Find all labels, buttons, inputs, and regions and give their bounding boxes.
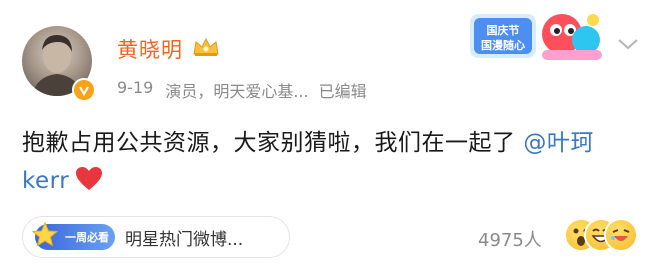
reaction-count[interactable]: 4975人 — [478, 226, 542, 252]
weekly-badge: 一周必看 — [31, 221, 115, 250]
post-content: 抱歉占用公共资源，大家别猜啦，我们在一起了 @叶珂 kerr — [22, 124, 637, 204]
verified-badge-icon — [72, 78, 96, 102]
post-source: 演员，明天爱心基... — [165, 82, 309, 101]
star-icon — [31, 221, 59, 253]
heart-emoji-icon — [75, 166, 103, 204]
svg-text:国庆节: 国庆节 — [487, 23, 520, 37]
crown-icon — [191, 36, 221, 62]
reaction-emojis[interactable] — [564, 218, 640, 254]
chevron-down-icon[interactable] — [617, 36, 639, 55]
author-row: 黄晓明 — [117, 34, 221, 64]
hot-weibo-pill[interactable]: 一周必看 明星热门微博... — [22, 216, 290, 258]
holiday-badge[interactable]: 国庆节 国漫随心 — [466, 6, 611, 70]
author-name[interactable]: 黄晓明 — [117, 34, 183, 64]
hot-weibo-label: 明星热门微博... — [125, 229, 244, 250]
weekly-badge-text: 一周必看 — [65, 231, 109, 244]
weibo-post: 黄晓明 9-19 演员，明天爱心基... 已编辑 国庆节 国漫随心 抱歉占用公共… — [0, 0, 650, 279]
edited-label[interactable]: 已编辑 — [319, 78, 367, 102]
svg-text:国漫随心: 国漫随心 — [481, 38, 525, 52]
post-meta: 9-19 演员，明天爱心基... 已编辑 — [117, 78, 367, 102]
post-text: 抱歉占用公共资源，大家别猜啦，我们在一起了 — [22, 130, 524, 156]
post-date: 9-19 — [117, 78, 154, 97]
laugh-emoji-icon — [604, 218, 638, 252]
